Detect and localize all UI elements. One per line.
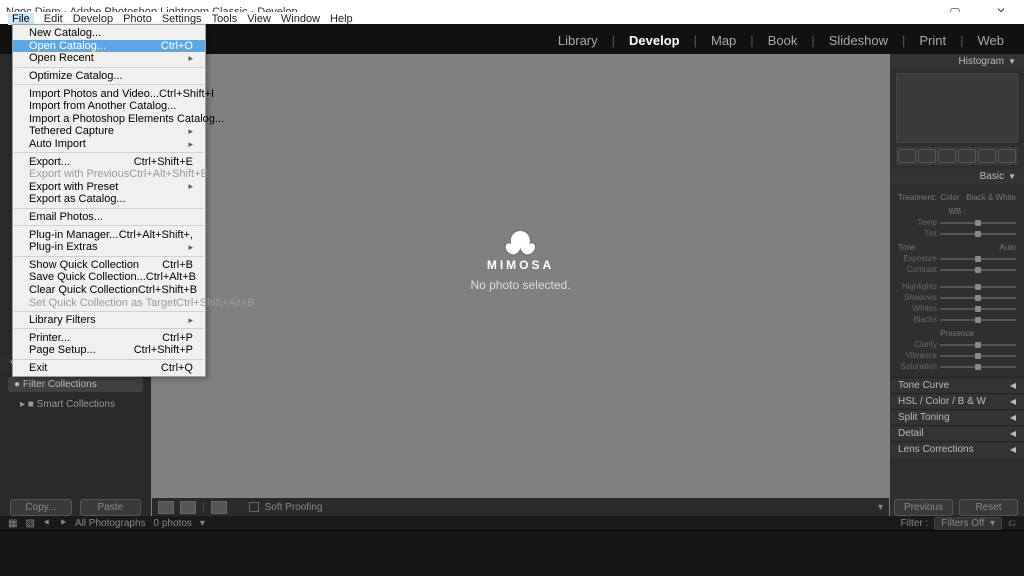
file-menu-item[interactable]: Plug-in Extras▸ [13,241,205,254]
grid-icon[interactable]: ▦ [8,518,17,529]
photo-count: 0 photos [154,518,192,529]
file-menu-item[interactable]: New Catalog... [13,27,205,40]
canvas-toolbar: | Soft Proofing ▾ [152,498,889,516]
module-slideshow[interactable]: Slideshow [823,33,894,48]
soft-proof-checkbox[interactable] [249,502,259,512]
file-menu-item[interactable]: Plug-in Manager...Ctrl+Alt+Shift+, [13,228,205,241]
soft-proof-label: Soft Proofing [265,502,323,513]
module-print[interactable]: Print [913,33,952,48]
watermark-logo: MIMOSA [487,229,554,272]
menu-help[interactable]: Help [330,13,353,25]
file-menu-item[interactable]: Export with PreviousCtrl+Alt+Shift+E [13,168,205,181]
section-tone-curve[interactable]: Tone Curve◀ [890,377,1024,393]
section-split-toning[interactable]: Split Toning◀ [890,409,1024,425]
slider-temp[interactable]: Temp [898,218,1016,227]
file-menu-dropdown: New Catalog...Open Catalog...Ctrl+OOpen … [12,24,206,377]
preview-canvas: MIMOSA No photo selected. [151,54,890,516]
filter-collections-input[interactable]: ● Filter Collections [8,377,143,392]
slider-blacks[interactable]: Blacks [898,315,1016,324]
menu-view[interactable]: View [247,13,271,25]
slider-vibrance[interactable]: Vibrance [898,351,1016,360]
slider-clarity[interactable]: Clarity [898,340,1016,349]
file-menu-item[interactable]: Tethered Capture▸ [13,125,205,138]
slider-exposure[interactable]: Exposure [898,254,1016,263]
toolbar-dropdown-icon[interactable]: ▾ [878,502,883,513]
view-mode-compare-icon[interactable] [211,501,227,514]
file-menu-item[interactable]: ExitCtrl+Q [13,362,205,375]
filter-label: Filter : [900,518,928,529]
second-window-icon[interactable]: ▧ [25,518,34,529]
paste-button[interactable]: Paste [80,499,142,516]
file-menu-item[interactable]: Auto Import▸ [13,138,205,151]
previous-button[interactable]: Previous [894,499,953,516]
filter-lock-icon[interactable]: ⎌ [1008,518,1016,529]
file-menu-item[interactable]: Save Quick Collection...Ctrl+Alt+B [13,271,205,284]
nav-prev-icon[interactable]: ⯇ [43,518,51,529]
no-photo-message: No photo selected. [470,278,570,292]
copy-button[interactable]: Copy... [10,499,72,516]
file-menu-item[interactable]: Import from Another Catalog... [13,100,205,113]
histogram-display [896,73,1018,143]
slider-highlights[interactable]: Highlights [898,282,1016,291]
view-mode-before-after-icon[interactable] [180,501,196,514]
histogram-header[interactable]: Histogram▼ [890,54,1024,69]
section-hsl[interactable]: HSL / Color / B & W◀ [890,393,1024,409]
module-web[interactable]: Web [972,33,1011,48]
reset-button[interactable]: Reset [959,499,1018,516]
file-menu-item[interactable]: Show Quick CollectionCtrl+B [13,259,205,272]
file-menu-item[interactable]: Export...Ctrl+Shift+E [13,155,205,168]
view-mode-loupe-icon[interactable] [158,501,174,514]
source-label[interactable]: All Photographs [75,518,146,529]
slider-tint[interactable]: Tint [898,229,1016,238]
file-menu-item[interactable]: Clear Quick CollectionCtrl+Shift+B [13,284,205,297]
file-menu-item[interactable]: Import Photos and Video...Ctrl+Shift+I [13,87,205,100]
file-menu-item[interactable]: Set Quick Collection as TargetCtrl+Shift… [13,296,205,309]
menu-window[interactable]: Window [281,13,320,25]
slider-shadows[interactable]: Shadows [898,293,1016,302]
module-develop[interactable]: Develop [623,33,686,48]
slider-saturation[interactable]: Saturation [898,362,1016,371]
nav-next-icon[interactable]: ⯈ [59,518,67,529]
file-menu-item[interactable]: Export with Preset▸ [13,181,205,194]
file-menu-item[interactable]: Import a Photoshop Elements Catalog... [13,113,205,126]
section-detail[interactable]: Detail◀ [890,425,1024,441]
file-menu-item[interactable]: Printer...Ctrl+P [13,331,205,344]
smart-collections-item[interactable]: ▸ ■ Smart Collections [0,396,151,413]
tool-strip[interactable] [896,147,1018,165]
file-menu-item[interactable]: Page Setup...Ctrl+Shift+P [13,344,205,357]
file-menu-item[interactable]: Library Filters▸ [13,314,205,327]
file-menu-item[interactable]: Open Catalog...Ctrl+O [13,40,205,53]
file-menu-item[interactable]: Email Photos... [13,211,205,224]
menu-tools[interactable]: Tools [212,13,238,25]
filmstrip[interactable] [0,530,1024,576]
file-menu-item[interactable]: Export as Catalog... [13,193,205,206]
slider-whites[interactable]: Whites [898,304,1016,313]
right-panel: Histogram▼ Basic▼ Treatment:Color Black … [890,54,1024,516]
module-book[interactable]: Book [762,33,804,48]
section-lens[interactable]: Lens Corrections◀ [890,441,1024,457]
file-menu-item[interactable]: Optimize Catalog... [13,70,205,83]
basic-header[interactable]: Basic▼ [890,169,1024,184]
file-menu-item[interactable]: Open Recent▸ [13,52,205,65]
basic-panel: Treatment:Color Black & White WB : Temp … [890,184,1024,377]
filmstrip-info-bar: ▦ ▧ ⯇ ⯈ All Photographs 0 photos ▾ Filte… [0,516,1024,530]
slider-contrast[interactable]: Contrast [898,265,1016,274]
module-map[interactable]: Map [705,33,742,48]
filter-dropdown[interactable]: Filters Off ▾ [934,517,1002,530]
module-library[interactable]: Library [552,33,604,48]
